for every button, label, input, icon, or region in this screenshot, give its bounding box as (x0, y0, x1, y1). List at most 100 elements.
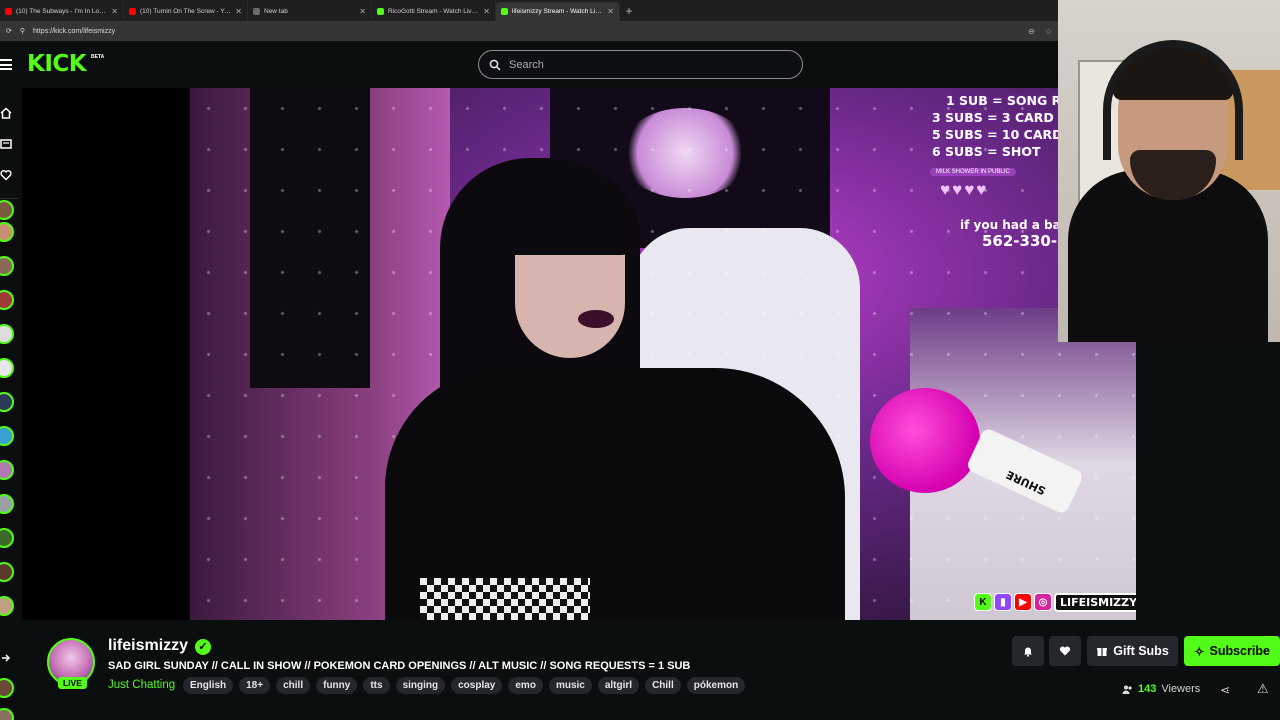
browser-tab[interactable]: (10) Turnin On The Screw - YouTube ✕ (124, 2, 248, 21)
sparkle-icon: ✧ (1194, 644, 1205, 659)
kick-favicon-icon (501, 8, 508, 15)
address-bar: ⟳ ⚲ https://kick.com/lifeismizzy ⊖ ☆ (0, 21, 1058, 41)
close-tab-icon[interactable]: ✕ (235, 7, 242, 16)
followed-channel-avatar[interactable] (0, 256, 14, 276)
followed-channel-avatar[interactable] (0, 222, 14, 242)
bell-icon (1024, 647, 1032, 657)
youtube-icon (129, 8, 136, 15)
twitch-icon: ▮ (994, 593, 1012, 611)
viewers-label: Viewers (1161, 683, 1201, 695)
gift-subs-button[interactable]: Gift Subs (1087, 636, 1178, 666)
following-heart-icon[interactable] (0, 169, 12, 181)
tag-chip[interactable]: pókemon (686, 677, 746, 694)
new-tab-icon (253, 8, 260, 15)
browser-tab[interactable]: (10) The Subways - I'm In Love And It's … (0, 2, 124, 21)
browser-tab-label: (10) Turnin On The Screw - YouTube (140, 8, 232, 15)
browser-tab-label: lifeismizzy Stream - Watch Live on Kick (512, 8, 603, 15)
url-field[interactable]: https://kick.com/lifeismizzy (33, 28, 115, 35)
close-tab-icon[interactable]: ✕ (607, 7, 614, 16)
streamer-checkered-sleeve (420, 578, 590, 620)
share-icon[interactable]: ⋖ (1220, 683, 1230, 697)
report-warning-icon[interactable]: ⚠ (1257, 681, 1269, 697)
followed-channel-avatar[interactable] (0, 708, 14, 720)
browser-tab-bar: (10) The Subways - I'm In Love And It's … (0, 0, 1058, 21)
stream-video-frame[interactable]: SHURE 1 SUB = SONG REQ 3 SUBS = 3 CARD B… (190, 88, 1136, 620)
close-tab-icon[interactable]: ✕ (483, 7, 490, 16)
followed-channel-avatar[interactable] (0, 200, 14, 220)
followed-channel-avatar[interactable] (0, 562, 14, 582)
browser-tab-active[interactable]: lifeismizzy Stream - Watch Live on Kick … (496, 2, 620, 21)
social-handle: LIFEISMIZZY (1054, 592, 1136, 612)
reload-icon[interactable]: ⟳ (6, 27, 12, 35)
new-tab-button[interactable]: + (620, 2, 638, 21)
sidebar-divider (0, 198, 18, 199)
followed-channel-avatar[interactable] (0, 678, 14, 698)
live-badge: LIVE (58, 677, 87, 689)
search-input[interactable]: Search (478, 50, 803, 79)
address-actions: ⊖ ☆ (1028, 27, 1052, 36)
tag-chip[interactable]: tts (363, 677, 390, 694)
browser-tab-label: RicoGotti Stream - Watch Live on Kick (388, 8, 479, 15)
subscribe-label: Subscribe (1209, 644, 1270, 658)
bookmark-star-icon[interactable]: ☆ (1045, 27, 1052, 36)
category-link[interactable]: Just Chatting (108, 679, 175, 691)
verified-badge-icon: ✓ (195, 639, 211, 655)
followed-channel-avatar[interactable] (0, 596, 14, 616)
beta-label: BETA (91, 54, 105, 60)
search-icon (489, 59, 501, 71)
streamer-lips (578, 310, 614, 328)
tag-chip[interactable]: singing (395, 677, 446, 694)
zoom-icon[interactable]: ⊖ (1028, 27, 1035, 36)
followed-channel-avatar[interactable] (0, 426, 14, 446)
followed-channel-avatar[interactable] (0, 324, 14, 344)
viewers-icon (1122, 685, 1132, 694)
webcam-headset (1103, 40, 1243, 160)
tag-chip[interactable]: emo (508, 677, 543, 694)
tag-chip[interactable]: chill (276, 677, 311, 694)
collapse-sidebar-icon[interactable] (0, 652, 12, 664)
home-icon[interactable] (0, 107, 12, 119)
tag-chip[interactable]: Chill (645, 677, 681, 694)
heart-icon (1059, 646, 1071, 656)
kick-logo[interactable]: KICK (27, 52, 87, 76)
followed-channel-avatar[interactable] (0, 392, 14, 412)
browser-tab[interactable]: RicoGotti Stream - Watch Live on Kick ✕ (372, 2, 496, 21)
instagram-icon: ◎ (1034, 593, 1052, 611)
notifications-bell-button[interactable] (1012, 636, 1044, 666)
site-info-icon[interactable]: ⚲ (20, 27, 25, 35)
browser-tab-label: New tab (264, 8, 288, 15)
tag-chip[interactable]: 18+ (239, 677, 271, 694)
kick-favicon-icon (377, 8, 384, 15)
kick-icon: K (974, 593, 992, 611)
followed-channel-avatar[interactable] (0, 528, 14, 548)
sidebar (0, 88, 22, 720)
gift-subs-label: Gift Subs (1113, 644, 1169, 658)
overlay-note: MILK SHOWER IN PUBLIC (930, 168, 1016, 176)
viewer-count: 143 Viewers (1122, 683, 1200, 695)
followed-channel-avatar[interactable] (0, 460, 14, 480)
followed-channel-avatar[interactable] (0, 494, 14, 514)
search-placeholder: Search (509, 58, 544, 71)
browser-tab[interactable]: New tab ✕ (248, 2, 372, 21)
tag-chip[interactable]: funny (316, 677, 358, 694)
close-tab-icon[interactable]: ✕ (111, 7, 118, 16)
close-tab-icon[interactable]: ✕ (359, 7, 366, 16)
subscribe-button[interactable]: ✧ Subscribe (1184, 636, 1280, 666)
browse-icon[interactable] (0, 138, 12, 150)
viewer-count-number: 143 (1138, 683, 1157, 695)
channel-name[interactable]: lifeismizzy (108, 637, 188, 655)
microphone-foam (870, 388, 980, 493)
tag-chip[interactable]: English (183, 677, 234, 694)
screen: (10) The Subways - I'm In Love And It's … (0, 0, 1280, 720)
tag-chip[interactable]: music (548, 677, 592, 694)
hamburger-menu-icon[interactable] (0, 59, 12, 70)
follow-button[interactable] (1049, 636, 1081, 666)
followed-channel-avatar[interactable] (0, 358, 14, 378)
social-handle-overlay: K ▮ ▶ ◎ LIFEISMIZZY (974, 591, 1136, 613)
tag-chip[interactable]: cosplay (451, 677, 503, 694)
tag-chip[interactable]: altgirl (597, 677, 640, 694)
browser-tab-label: (10) The Subways - I'm In Love And It's … (16, 8, 107, 15)
youtube-icon (5, 8, 12, 15)
stream-title: SAD GIRL SUNDAY // CALL IN SHOW // POKEM… (108, 660, 691, 672)
followed-channel-avatar[interactable] (0, 290, 14, 310)
